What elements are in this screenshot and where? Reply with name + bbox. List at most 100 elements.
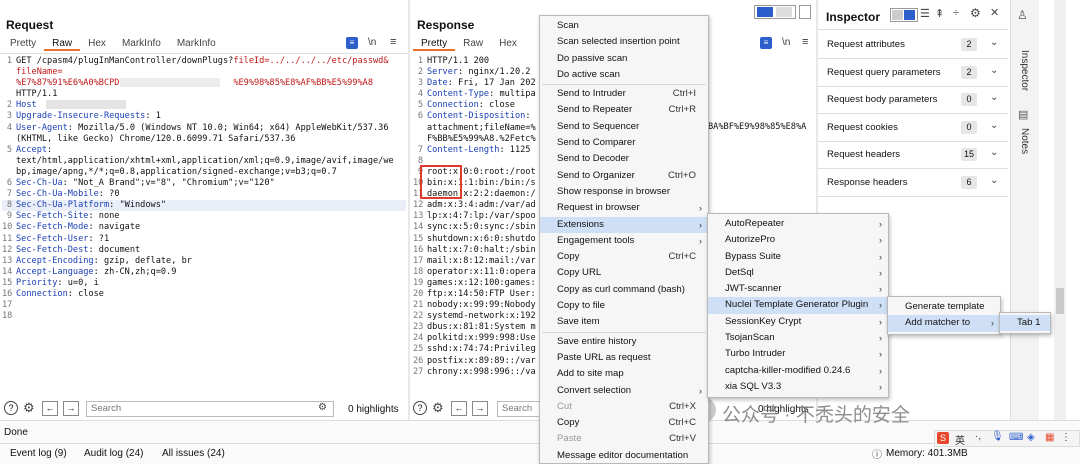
menu-item-detsql[interactable]: DetSql › [708, 265, 888, 281]
tab-pretty[interactable]: Pretty [2, 38, 44, 51]
menu-item-turbo-intruder[interactable]: Turbo Intruder › [708, 346, 888, 362]
request-newline-icon[interactable]: \n [368, 37, 376, 48]
response-help-icon[interactable]: ? [413, 401, 427, 415]
menu-item-send-to-repeater[interactable]: Send to Repeater Ctrl+R [540, 102, 708, 118]
response-newline-icon[interactable]: \n [782, 37, 790, 48]
layout-toggle[interactable] [754, 5, 796, 19]
menu-item-sessionkey-crypt[interactable]: SessionKey Crypt › [708, 314, 888, 330]
menu-item-save-entire-history[interactable]: Save entire history [540, 334, 708, 350]
inspector-row[interactable]: Request query parameters 2 ⌄ [818, 59, 1008, 87]
response-prev-button[interactable]: ← [451, 401, 467, 416]
request-search-input[interactable]: Search [86, 401, 334, 417]
inspector-row[interactable]: Request cookies 0 ⌄ [818, 114, 1008, 142]
ime-tool-icon[interactable]: ▦ [1045, 432, 1054, 443]
request-search-settings-icon[interactable]: ⚙ [318, 402, 327, 413]
tab-markinfo[interactable]: MarkInfo [169, 38, 224, 51]
side-tab-inspector-icon[interactable]: ♙ [1017, 8, 1028, 22]
tab-raw[interactable]: Raw [455, 38, 491, 51]
inspector-close-icon[interactable]: ✕ [990, 6, 999, 19]
request-prev-button[interactable]: ← [42, 401, 58, 416]
menu-item-send-to-comparer[interactable]: Send to Comparer [540, 135, 708, 151]
ime-keyboard-icon[interactable]: ⌨ [1009, 432, 1023, 443]
menu-item-request-in-browser[interactable]: Request in browser › [540, 200, 708, 216]
tab-pretty[interactable]: Pretty [413, 38, 456, 51]
menu-item-jwt-scanner[interactable]: JWT-scanner › [708, 281, 888, 297]
request-settings-icon[interactable]: ⚙ [23, 400, 35, 416]
menu-item-tsojanscan[interactable]: TsojanScan › [708, 330, 888, 346]
menu-item-copy[interactable]: Copy Ctrl+C [540, 249, 708, 265]
ime-logo-icon[interactable]: S [937, 432, 949, 444]
side-tab-notes[interactable]: Notes [1019, 128, 1030, 154]
response-next-button[interactable]: → [472, 401, 488, 416]
inspector-align-icon[interactable]: ⇞ [935, 7, 944, 20]
response-menu-icon[interactable]: ≡ [802, 36, 808, 48]
layout-stack-icon[interactable] [776, 7, 792, 17]
tab-raw[interactable]: Raw [44, 38, 81, 51]
menu-item-send-to-organizer[interactable]: Send to Organizer Ctrl+O [540, 168, 708, 184]
menu-item-scan-selected-insertion-point[interactable]: Scan selected insertion point [540, 34, 708, 50]
response-wrap-icon[interactable]: ≡ [760, 37, 772, 49]
menu-item-copy[interactable]: Copy Ctrl+C [540, 415, 708, 431]
inspector-row[interactable]: Response headers 6 ⌄ [818, 169, 1008, 197]
inspector-list-icon[interactable]: ☰ [920, 7, 930, 20]
menu-item-scan[interactable]: Scan [540, 18, 708, 34]
all-issues-link[interactable]: All issues (24) [162, 448, 225, 459]
outer-scroll-thumb[interactable] [1056, 288, 1064, 314]
inspector-row[interactable]: Request headers 15 ⌄ [818, 141, 1008, 169]
menu-item-bypass-suite[interactable]: Bypass Suite › [708, 249, 888, 265]
tab-markinfo[interactable]: MarkInfo [114, 38, 169, 51]
menu-item-save-item[interactable]: Save item [540, 314, 708, 330]
layout-split-icon[interactable] [757, 7, 773, 17]
menu-item-autorizepro[interactable]: AutorizePro › [708, 232, 888, 248]
ime-toolbar[interactable]: S 英 ·, 🎙 ⌨ ◈ ▦ ⋮ [934, 430, 1080, 447]
ime-more-icon[interactable]: ⋮ [1061, 432, 1071, 443]
menu-item-convert-selection[interactable]: Convert selection › [540, 383, 708, 399]
ime-mode-icon[interactable]: 英 [955, 432, 965, 447]
menu-item-send-to-decoder[interactable]: Send to Decoder [540, 151, 708, 167]
menu-item-engagement-tools[interactable]: Engagement tools › [540, 233, 708, 249]
pane-divider[interactable] [408, 0, 410, 420]
menu-item-send-to-intruder[interactable]: Send to Intruder Ctrl+I [540, 86, 708, 102]
menu-item-paste-url-as-request[interactable]: Paste URL as request [540, 350, 708, 366]
side-tab-inspector[interactable]: Inspector [1019, 50, 1030, 91]
outer-scrollbar[interactable] [1054, 0, 1066, 420]
menu-item-do-active-scan[interactable]: Do active scan [540, 67, 708, 83]
chevron-down-icon[interactable]: ⌄ [990, 92, 998, 103]
inspector-split-icon[interactable]: ÷ [953, 7, 959, 19]
menu-item-show-response-in-browser[interactable]: Show response in browser [540, 184, 708, 200]
menu-item-copy-url[interactable]: Copy URL [540, 265, 708, 281]
chevron-down-icon[interactable]: ⌄ [990, 120, 998, 131]
menu-item-nuclei-template-generator-plugin[interactable]: Nuclei Template Generator Plugin › [708, 297, 888, 314]
menu-item-message-editor-documentation[interactable]: Message editor documentation [540, 448, 708, 463]
menu-item-xia-sql-v3-3[interactable]: xia SQL V3.3 › [708, 379, 888, 395]
chevron-down-icon[interactable]: ⌄ [990, 65, 998, 76]
response-settings-icon[interactable]: ⚙ [432, 400, 444, 416]
tab-hex[interactable]: Hex [491, 38, 525, 51]
inspector-settings-icon[interactable]: ⚙ [970, 6, 981, 20]
ime-skin-icon[interactable]: ◈ [1027, 432, 1035, 443]
request-help-icon[interactable]: ? [4, 401, 18, 415]
menu-item-copy-to-file[interactable]: Copy to file [540, 298, 708, 314]
ime-mic-icon[interactable]: 🎙 [991, 431, 1004, 442]
menu-item-add-matcher-to[interactable]: Add matcher to › [888, 315, 1000, 332]
chevron-down-icon[interactable]: ⌄ [990, 37, 998, 48]
ime-punct-icon[interactable]: ·, [975, 431, 981, 442]
chevron-down-icon[interactable]: ⌄ [990, 147, 998, 158]
menu-item-tab-1[interactable]: Tab 1 [1000, 315, 1050, 332]
menu-item-autorepeater[interactable]: AutoRepeater › [708, 216, 888, 232]
menu-item-captcha-killer-modified-0-24-6[interactable]: captcha-killer-modified 0.24.6 › [708, 363, 888, 379]
menu-item-copy-as-curl-command-bash[interactable]: Copy as curl command (bash) [540, 282, 708, 298]
inspector-layout-icon[interactable] [890, 8, 918, 22]
audit-log-link[interactable]: Audit log (24) [84, 448, 143, 459]
inspector-row[interactable]: Request attributes 2 ⌄ [818, 31, 1008, 59]
layout-mini-icon[interactable] [799, 5, 811, 19]
menu-item-send-to-sequencer[interactable]: Send to Sequencer [540, 119, 708, 135]
response-editor[interactable]: 1 HTTP/1.1 200 2 Server: nginx/1.20.2 3 Date:… [413, 56, 541, 394]
chevron-down-icon[interactable]: ⌄ [990, 175, 998, 186]
tab-hex[interactable]: Hex [80, 38, 114, 51]
inspector-row[interactable]: Request body parameters 0 ⌄ [818, 86, 1008, 114]
menu-item-generate-template[interactable]: Generate template [888, 299, 1000, 315]
request-next-button[interactable]: → [63, 401, 79, 416]
event-log-link[interactable]: Event log (9) [10, 448, 67, 459]
request-wrap-icon[interactable]: ≡ [346, 37, 358, 49]
